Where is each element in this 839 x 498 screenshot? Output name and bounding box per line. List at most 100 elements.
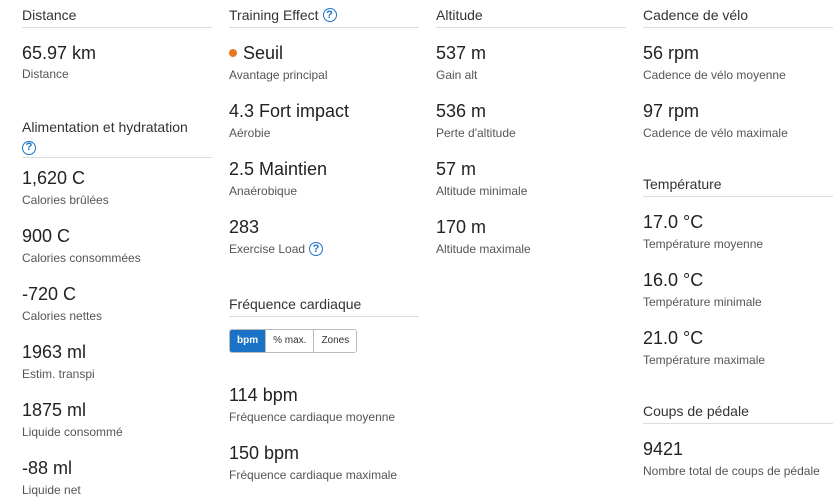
stat-label: Avantage principal (229, 68, 328, 82)
stat-elevation-loss: 536 m Perte d'altitude (436, 101, 626, 141)
stat-calories-net: -720 C Calories nettes (22, 284, 212, 324)
stat-temperature-min: 16.0 °C Température minimale (643, 270, 833, 310)
stat-anaerobic: 2.5 Maintien Anaérobique (229, 159, 419, 199)
stat-value-row: Seuil (229, 43, 419, 63)
stat-label: Distance (22, 67, 69, 81)
cadence-section-title: Cadence de vélo (643, 6, 833, 28)
stat-label: Calories brûlées (22, 192, 109, 207)
stat-label: Cadence de vélo moyenne (643, 68, 786, 82)
column-3: Altitude 537 m Gain alt 536 m Perte d'al… (436, 6, 626, 257)
heart-rate-title: Fréquence cardiaque (229, 296, 362, 312)
stat-calories-consumed: 900 C Calories consommées (22, 226, 212, 266)
temperature-section-title: Température (643, 175, 833, 197)
temperature-section: Température 17.0 °C Température moyenne … (643, 175, 833, 368)
stat-value: 1875 ml (22, 399, 87, 420)
stat-value: 536 m (436, 101, 487, 121)
status-dot-icon (229, 49, 237, 57)
stat-label: Liquide consommé (22, 424, 123, 439)
stat-label: Calories consommées (22, 250, 141, 265)
stat-value: 537 m (436, 43, 487, 63)
stat-max-elevation: 170 m Altitude maximale (436, 217, 626, 257)
stat-pedal-strokes: 9421 Nombre total de coups de pédale (643, 439, 833, 479)
help-icon[interactable]: ? (322, 8, 337, 22)
stat-hr-max: 150 bpm Fréquence cardiaque maximale (229, 443, 419, 483)
stat-value: 2.5 Maintien (229, 159, 328, 179)
stat-label: Altitude maximale (436, 242, 531, 256)
stat-value: 900 C (22, 225, 71, 246)
stat-label: Estim. transpi (22, 366, 95, 381)
stat-value: Seuil (243, 43, 284, 63)
help-icon[interactable]: ? (309, 242, 324, 256)
stat-value: 17.0 °C (643, 212, 704, 232)
stat-aerobic: 4.3 Fort impact Aérobie (229, 101, 419, 141)
tab-percent-max[interactable]: % max. (266, 330, 315, 352)
stat-cadence-average: 56 rpm Cadence de vélo moyenne (643, 43, 833, 83)
stat-sweat-loss: 1963 ml Estim. transpi (22, 342, 212, 382)
stat-exercise-load: 283 Exercise Load ? (229, 217, 419, 257)
stat-label: Altitude minimale (436, 184, 528, 198)
stat-value: -720 C (22, 283, 77, 304)
nutrition-section-title: Alimentation et hydratation ? (22, 118, 212, 158)
stat-label: Fréquence cardiaque maximale (229, 468, 398, 482)
temperature-title: Température (643, 176, 722, 192)
stat-value: 4.3 Fort impact (229, 101, 350, 121)
stat-label: Fréquence cardiaque moyenne (229, 410, 396, 424)
stat-value: 56 rpm (643, 43, 700, 63)
stat-value: 170 m (436, 217, 487, 237)
nutrition-section: Alimentation et hydratation ? 1,620 C Ca… (22, 118, 212, 498)
stat-value: 9421 (643, 439, 684, 459)
pedal-section: Coups de pédale 9421 Nombre total de cou… (643, 402, 833, 479)
nutrition-title: Alimentation et hydratation (22, 119, 188, 135)
stat-value: 21.0 °C (643, 328, 704, 348)
stat-fluid-consumed: 1875 ml Liquide consommé (22, 400, 212, 440)
pedal-title: Coups de pédale (643, 403, 749, 419)
column-1: Distance 65.97 km Distance Alimentation … (22, 6, 212, 498)
altitude-title: Altitude (436, 7, 483, 23)
stat-elevation-gain: 537 m Gain alt (436, 43, 626, 83)
stat-value: -88 ml (22, 457, 73, 478)
cadence-title: Cadence de vélo (643, 7, 749, 23)
stat-label: Cadence de vélo maximale (643, 126, 788, 140)
training-effect-title: Training Effect (229, 7, 319, 23)
tab-bpm[interactable]: bpm (230, 330, 267, 352)
pedal-section-title: Coups de pédale (643, 402, 833, 424)
stat-label: Gain alt (436, 68, 478, 82)
altitude-section-title: Altitude (436, 6, 626, 28)
tab-zones[interactable]: Zones (314, 330, 357, 352)
stat-cadence-max: 97 rpm Cadence de vélo maximale (643, 101, 833, 141)
stat-distance: 65.97 km Distance (22, 43, 212, 82)
stat-value: 16.0 °C (643, 270, 704, 290)
stat-label: Liquide net (22, 482, 81, 497)
stat-temperature-average: 17.0 °C Température moyenne (643, 212, 833, 252)
stat-min-elevation: 57 m Altitude minimale (436, 159, 626, 199)
stat-label-row: Exercise Load ? (229, 241, 419, 257)
heart-rate-unit-tabs: bpm % max. Zones (229, 329, 358, 353)
stat-value: 150 bpm (229, 443, 300, 463)
stat-label: Anaérobique (229, 184, 298, 198)
training-effect-section-title: Training Effect ? (229, 6, 419, 28)
stat-label: Température maximale (643, 353, 766, 367)
heart-rate-section: Fréquence cardiaque bpm % max. Zones 114… (229, 295, 419, 483)
stat-label: Température moyenne (643, 237, 764, 251)
stat-hr-average: 114 bpm Fréquence cardiaque moyenne (229, 385, 419, 425)
stat-label: Exercise Load (229, 242, 306, 256)
stat-label: Calories nettes (22, 308, 103, 323)
stat-value: 283 (229, 217, 260, 237)
stat-calories-burned: 1,620 C Calories brûlées (22, 168, 212, 208)
stat-label: Température minimale (643, 295, 762, 309)
stat-label: Perte d'altitude (436, 126, 516, 140)
stat-primary-benefit: Seuil Avantage principal (229, 43, 419, 83)
stat-value: 57 m (436, 159, 477, 179)
stat-label: Aérobie (229, 126, 271, 140)
stat-value: 114 bpm (229, 385, 298, 405)
stat-value: 1,620 C (22, 167, 86, 188)
column-2: Training Effect ? Seuil Avantage princip… (229, 6, 419, 483)
stat-value: 1963 ml (22, 341, 87, 362)
distance-title: Distance (22, 7, 77, 23)
distance-section-title: Distance (22, 6, 212, 28)
heart-rate-section-title: Fréquence cardiaque (229, 295, 419, 317)
help-icon[interactable]: ? (22, 140, 36, 155)
column-4: Cadence de vélo 56 rpm Cadence de vélo m… (643, 6, 833, 479)
stat-temperature-max: 21.0 °C Température maximale (643, 328, 833, 368)
stat-value: 97 rpm (643, 101, 700, 121)
